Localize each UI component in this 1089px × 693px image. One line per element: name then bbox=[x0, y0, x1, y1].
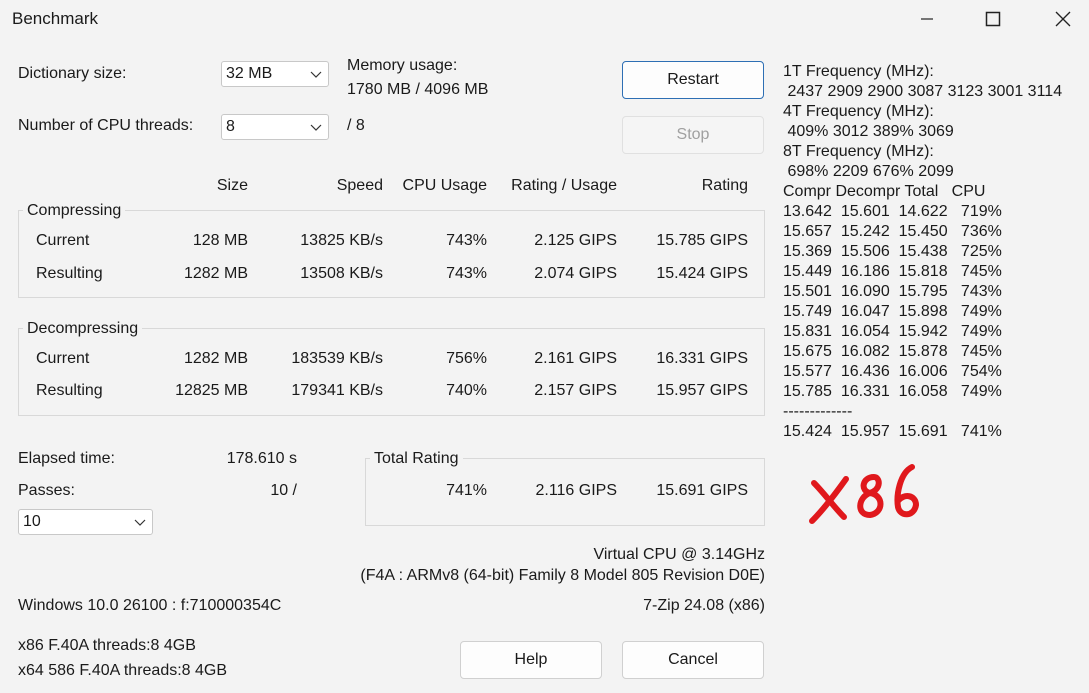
row-label: Resulting bbox=[36, 265, 103, 282]
cell-cpu-usage: 740% bbox=[446, 382, 487, 399]
total-rating-label: Total Rating bbox=[370, 450, 463, 468]
header-size: Size bbox=[216, 177, 248, 194]
total-rating-usage: 2.116 GIPS bbox=[535, 482, 617, 499]
chevron-down-icon bbox=[134, 519, 146, 526]
row-label: Current bbox=[36, 232, 90, 249]
cpu-threads-label: Number of CPU threads: bbox=[18, 117, 194, 134]
header-rating-usage: Rating / Usage bbox=[511, 177, 617, 194]
cell-rating-usage: 2.161 GIPS bbox=[534, 350, 617, 367]
cell-speed: 13825 KB/s bbox=[300, 232, 383, 249]
passes-select-value: 10 bbox=[23, 513, 41, 530]
compressing-label: Compressing bbox=[23, 202, 126, 220]
cell-size: 1282 MB bbox=[183, 350, 248, 367]
cell-rating: 15.785 GIPS bbox=[656, 232, 748, 249]
memory-usage-label: Memory usage: bbox=[347, 57, 458, 74]
cell-size: 1282 MB bbox=[183, 265, 248, 282]
passes-select[interactable]: 10 bbox=[18, 509, 153, 535]
compressing-group bbox=[18, 210, 765, 298]
os-info: Windows 10.0 26100 : f:710000354C bbox=[18, 597, 282, 614]
chevron-down-icon bbox=[310, 124, 322, 131]
log-line: ------------- bbox=[783, 403, 853, 420]
minimize-button[interactable] bbox=[904, 0, 950, 38]
dictionary-size-value: 32 MB bbox=[226, 65, 273, 82]
cpu-threads-max: / 8 bbox=[347, 117, 365, 134]
log-line: 15.675 16.082 15.878 745% bbox=[783, 343, 1002, 360]
row-label: Resulting bbox=[36, 382, 103, 399]
log-line: 4T Frequency (MHz): bbox=[783, 103, 934, 120]
memory-usage-value: 1780 MB / 4096 MB bbox=[347, 81, 489, 98]
cpu-threads-value: 8 bbox=[226, 118, 235, 135]
passes-value: 10 / bbox=[270, 482, 297, 499]
minimize-icon bbox=[921, 18, 933, 20]
chevron-down-icon bbox=[310, 71, 322, 78]
handwritten-annotation bbox=[809, 464, 919, 524]
cpu-details: (F4A : ARMv8 (64-bit) Family 8 Model 805… bbox=[360, 567, 765, 584]
row-label: Current bbox=[36, 350, 90, 367]
header-rating: Rating bbox=[701, 177, 748, 194]
dictionary-size-select[interactable]: 32 MB bbox=[221, 61, 329, 87]
maximize-icon bbox=[985, 11, 1001, 27]
log-line: 15.577 16.436 16.006 754% bbox=[783, 363, 1002, 380]
close-icon bbox=[1055, 11, 1071, 27]
version-info: 7-Zip 24.08 (x86) bbox=[643, 597, 765, 614]
log-line: 2437 2909 2900 3087 3123 3001 3114 bbox=[783, 83, 1063, 100]
maximize-button[interactable] bbox=[970, 0, 1016, 38]
cancel-button[interactable]: Cancel bbox=[622, 641, 764, 679]
cell-cpu-usage: 756% bbox=[446, 350, 487, 367]
dictionary-size-label: Dictionary size: bbox=[18, 65, 127, 82]
cell-size: 128 MB bbox=[192, 232, 248, 249]
cpu-name: Virtual CPU @ 3.14GHz bbox=[593, 546, 765, 563]
log-line: 15.369 15.506 15.438 725% bbox=[783, 243, 1002, 260]
total-rating-value: 15.691 GIPS bbox=[656, 482, 748, 499]
elapsed-time-label: Elapsed time: bbox=[18, 450, 115, 467]
log-line: 15.501 16.090 15.795 743% bbox=[783, 283, 1002, 300]
cell-speed: 179341 KB/s bbox=[291, 382, 383, 399]
cell-rating-usage: 2.157 GIPS bbox=[534, 382, 617, 399]
cell-speed: 183539 KB/s bbox=[291, 350, 383, 367]
restart-button[interactable]: Restart bbox=[622, 61, 764, 99]
header-cpu-usage: CPU Usage bbox=[402, 177, 487, 194]
decompressing-label: Decompressing bbox=[23, 320, 143, 338]
cell-rating-usage: 2.125 GIPS bbox=[534, 232, 617, 249]
window-title: Benchmark bbox=[12, 9, 98, 28]
log-line: 15.831 16.054 15.942 749% bbox=[783, 323, 1002, 340]
log-line: Compr Decompr Total CPU bbox=[783, 183, 986, 200]
log-line: 1T Frequency (MHz): bbox=[783, 63, 934, 80]
total-cpu-usage: 741% bbox=[446, 482, 487, 499]
log-line: 15.424 15.957 15.691 741% bbox=[783, 423, 1002, 440]
arch-line: x64 586 F.40A threads:8 4GB bbox=[18, 662, 228, 679]
log-line: 15.785 16.331 16.058 749% bbox=[783, 383, 1002, 400]
help-button[interactable]: Help bbox=[460, 641, 602, 679]
log-line: 13.642 15.601 14.622 719% bbox=[783, 203, 1002, 220]
cell-speed: 13508 KB/s bbox=[300, 265, 383, 282]
cell-cpu-usage: 743% bbox=[446, 232, 487, 249]
close-button[interactable] bbox=[1040, 0, 1086, 38]
elapsed-time-value: 178.610 s bbox=[226, 450, 297, 467]
log-line: 409% 3012 389% 3069 bbox=[783, 123, 954, 140]
stop-button[interactable]: Stop bbox=[622, 116, 764, 154]
cell-cpu-usage: 743% bbox=[446, 265, 487, 282]
cell-size: 12825 MB bbox=[175, 382, 248, 399]
passes-label: Passes: bbox=[18, 482, 75, 499]
cpu-threads-select[interactable]: 8 bbox=[221, 114, 329, 140]
cell-rating: 16.331 GIPS bbox=[656, 350, 748, 367]
log-line: 698% 2209 676% 2099 bbox=[783, 163, 954, 180]
log-line: 15.749 16.047 15.898 749% bbox=[783, 303, 1002, 320]
header-speed: Speed bbox=[336, 177, 383, 194]
log-line: 15.449 16.186 15.818 745% bbox=[783, 263, 1002, 280]
log-line: 15.657 15.242 15.450 736% bbox=[783, 223, 1002, 240]
cell-rating-usage: 2.074 GIPS bbox=[534, 265, 617, 282]
arch-line: x86 F.40A threads:8 4GB bbox=[18, 637, 196, 654]
cell-rating: 15.424 GIPS bbox=[656, 265, 748, 282]
decompressing-group bbox=[18, 328, 765, 416]
cell-rating: 15.957 GIPS bbox=[656, 382, 748, 399]
log-line: 8T Frequency (MHz): bbox=[783, 143, 934, 160]
